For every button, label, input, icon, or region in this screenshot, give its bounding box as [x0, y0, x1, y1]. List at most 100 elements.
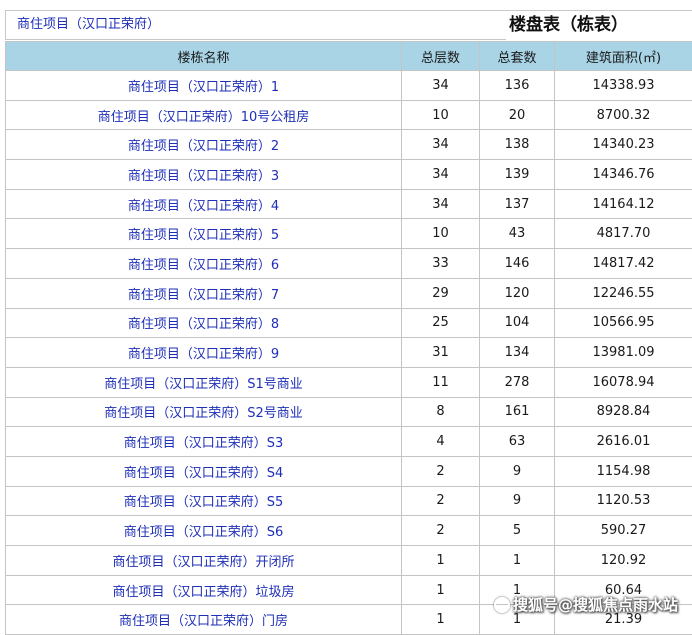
table-row: 商住项目（汉口正荣府）72912012246.55 [6, 278, 692, 308]
cell-floors: 34 [402, 71, 480, 101]
cell-building-name[interactable]: 商住项目（汉口正荣府）8 [6, 308, 402, 338]
cell-area: 8928.84 [555, 397, 692, 427]
table-row: 商住项目（汉口正荣府）S2号商业81618928.84 [6, 397, 692, 427]
cell-units: 136 [480, 71, 555, 101]
table-row: 商住项目（汉口正荣府）82510410566.95 [6, 308, 692, 338]
cell-units: 1 [480, 546, 555, 576]
table-row: 商住项目（汉口正荣府）开闭所11120.92 [6, 546, 692, 576]
cell-building-name[interactable]: 商住项目（汉口正荣府）5 [6, 219, 402, 249]
cell-floors: 11 [402, 367, 480, 397]
cell-building-name[interactable]: 商住项目（汉口正荣府）S4 [6, 456, 402, 486]
cell-floors: 2 [402, 516, 480, 546]
cell-area: 14340.23 [555, 130, 692, 160]
column-header-units[interactable]: 总套数 [480, 42, 555, 71]
column-header-area[interactable]: 建筑面积(㎡) [555, 42, 692, 71]
cell-units: 161 [480, 397, 555, 427]
cell-area: 16078.94 [555, 367, 692, 397]
cell-building-name[interactable]: 商住项目（汉口正荣府）垃圾房 [6, 575, 402, 605]
cell-building-name[interactable]: 商住项目（汉口正荣府）S5 [6, 486, 402, 516]
table-body: 商住项目（汉口正荣府）13413614338.93商住项目（汉口正荣府）10号公… [6, 71, 692, 635]
cell-floors: 1 [402, 605, 480, 635]
cell-area: 1120.53 [555, 486, 692, 516]
cell-floors: 34 [402, 130, 480, 160]
cell-area: 14338.93 [555, 71, 692, 101]
cell-floors: 2 [402, 486, 480, 516]
table-header-row: 楼栋名称 总层数 总套数 建筑面积(㎡) [6, 42, 692, 71]
cell-floors: 34 [402, 160, 480, 190]
cell-area: 14164.12 [555, 189, 692, 219]
cell-units: 137 [480, 189, 555, 219]
cell-area: 14817.42 [555, 249, 692, 279]
table-row: 商住项目（汉口正荣府）S1号商业1127816078.94 [6, 367, 692, 397]
cell-floors: 34 [402, 189, 480, 219]
cell-building-name[interactable]: 商住项目（汉口正荣府）门房 [6, 605, 402, 635]
cell-area: 8700.32 [555, 100, 692, 130]
cell-units: 63 [480, 427, 555, 457]
cell-building-name[interactable]: 商住项目（汉口正荣府）10号公租房 [6, 100, 402, 130]
table-row: 商住项目（汉口正荣府）S4291154.98 [6, 456, 692, 486]
sohu-logo-icon [494, 597, 510, 613]
cell-building-name[interactable]: 商住项目（汉口正荣府）S3 [6, 427, 402, 457]
title-bar: 商住项目（汉口正荣府） 楼盘表（栋表） [0, 0, 692, 40]
table-title: 楼盘表（栋表） [506, 10, 692, 40]
cell-units: 43 [480, 219, 555, 249]
cell-building-name[interactable]: 商住项目（汉口正荣府）7 [6, 278, 402, 308]
cell-building-name[interactable]: 商住项目（汉口正荣府）9 [6, 338, 402, 368]
cell-units: 134 [480, 338, 555, 368]
table-row: 商住项目（汉口正荣府）93113413981.09 [6, 338, 692, 368]
table-row: 商住项目（汉口正荣府）S625590.27 [6, 516, 692, 546]
cell-building-name[interactable]: 商住项目（汉口正荣府）1 [6, 71, 402, 101]
cell-units: 9 [480, 456, 555, 486]
cell-area: 590.27 [555, 516, 692, 546]
cell-floors: 8 [402, 397, 480, 427]
cell-floors: 2 [402, 456, 480, 486]
project-title: 商住项目（汉口正荣府） [5, 10, 506, 40]
table-row: 商住项目（汉口正荣府）23413814340.23 [6, 130, 692, 160]
table-row: 商住项目（汉口正荣府）33413914346.76 [6, 160, 692, 190]
cell-units: 9 [480, 486, 555, 516]
cell-area: 14346.76 [555, 160, 692, 190]
cell-floors: 25 [402, 308, 480, 338]
cell-units: 139 [480, 160, 555, 190]
watermark-text: 搜狐号@搜狐焦点雨水站 [513, 596, 678, 614]
cell-area: 13981.09 [555, 338, 692, 368]
cell-building-name[interactable]: 商住项目（汉口正荣府）S6 [6, 516, 402, 546]
cell-area: 2616.01 [555, 427, 692, 457]
cell-building-name[interactable]: 商住项目（汉口正荣府）4 [6, 189, 402, 219]
cell-floors: 31 [402, 338, 480, 368]
table-row: 商住项目（汉口正荣府）13413614338.93 [6, 71, 692, 101]
cell-floors: 1 [402, 575, 480, 605]
cell-floors: 4 [402, 427, 480, 457]
building-table: 楼栋名称 总层数 总套数 建筑面积(㎡) 商住项目（汉口正荣府）13413614… [5, 41, 692, 635]
table-row: 商住项目（汉口正荣府）63314614817.42 [6, 249, 692, 279]
cell-units: 278 [480, 367, 555, 397]
cell-units: 20 [480, 100, 555, 130]
cell-units: 138 [480, 130, 555, 160]
table-row: 商住项目（汉口正荣府）43413714164.12 [6, 189, 692, 219]
cell-area: 120.92 [555, 546, 692, 576]
cell-area: 1154.98 [555, 456, 692, 486]
table-row: 商住项目（汉口正荣府）510434817.70 [6, 219, 692, 249]
cell-units: 104 [480, 308, 555, 338]
table-row: 商住项目（汉口正荣府）10号公租房10208700.32 [6, 100, 692, 130]
cell-building-name[interactable]: 商住项目（汉口正荣府）开闭所 [6, 546, 402, 576]
cell-floors: 10 [402, 100, 480, 130]
column-header-floors[interactable]: 总层数 [402, 42, 480, 71]
cell-building-name[interactable]: 商住项目（汉口正荣府）6 [6, 249, 402, 279]
cell-area: 12246.55 [555, 278, 692, 308]
watermark: 搜狐号@搜狐焦点雨水站 [494, 594, 678, 615]
cell-building-name[interactable]: 商住项目（汉口正荣府）2 [6, 130, 402, 160]
cell-floors: 33 [402, 249, 480, 279]
column-header-building-name[interactable]: 楼栋名称 [6, 42, 402, 71]
cell-area: 4817.70 [555, 219, 692, 249]
cell-units: 146 [480, 249, 555, 279]
cell-floors: 29 [402, 278, 480, 308]
cell-building-name[interactable]: 商住项目（汉口正荣府）3 [6, 160, 402, 190]
table-row: 商住项目（汉口正荣府）S34632616.01 [6, 427, 692, 457]
cell-floors: 10 [402, 219, 480, 249]
cell-building-name[interactable]: 商住项目（汉口正荣府）S1号商业 [6, 367, 402, 397]
cell-area: 10566.95 [555, 308, 692, 338]
cell-floors: 1 [402, 546, 480, 576]
cell-building-name[interactable]: 商住项目（汉口正荣府）S2号商业 [6, 397, 402, 427]
cell-units: 120 [480, 278, 555, 308]
